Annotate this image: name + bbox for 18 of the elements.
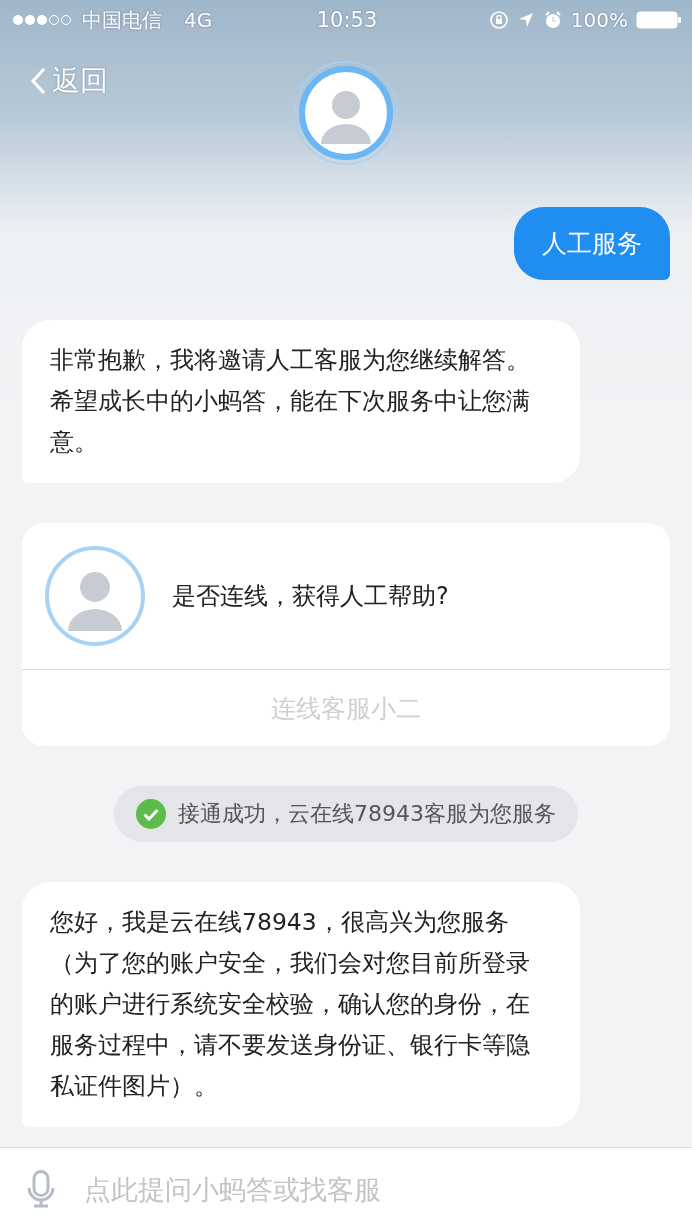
battery-percent: 100%: [570, 8, 628, 32]
bot-message: 非常抱歉，我将邀请人工客服为您继续解答。希望成长中的小蚂答，能在下次服务中让您满意。: [22, 320, 580, 483]
network-type: 4G: [184, 8, 213, 32]
carrier-name: 中国电信: [82, 6, 162, 34]
question-input[interactable]: 点此提问小蚂答或找客服: [82, 1172, 666, 1206]
bot-message: 您好，我是云在线78943，很高兴为您服务（为了您的账户安全，我们会对您目前所登录的账户进行系统安全校验，确认您的身份，在服务过程中，请不要发送身份证、银行卡等隐私证件图片）。: [22, 882, 580, 1127]
back-button[interactable]: 返回: [26, 58, 112, 104]
signal-icon: [12, 13, 74, 27]
battery-icon: [636, 10, 682, 30]
notice-text: 接通成功，云在线78943客服为您服务: [178, 800, 556, 828]
microphone-icon[interactable]: [26, 1170, 56, 1208]
check-circle-icon: [136, 799, 166, 829]
user-message: 人工服务: [514, 207, 670, 280]
prompt-question: 是否连线，获得人工帮助?: [172, 581, 449, 612]
input-bar[interactable]: 点此提问小蚂答或找客服: [0, 1147, 692, 1230]
chevron-left-icon: [30, 67, 46, 95]
rotation-lock-icon: [488, 10, 509, 30]
clock-time: 10:53: [316, 8, 378, 32]
